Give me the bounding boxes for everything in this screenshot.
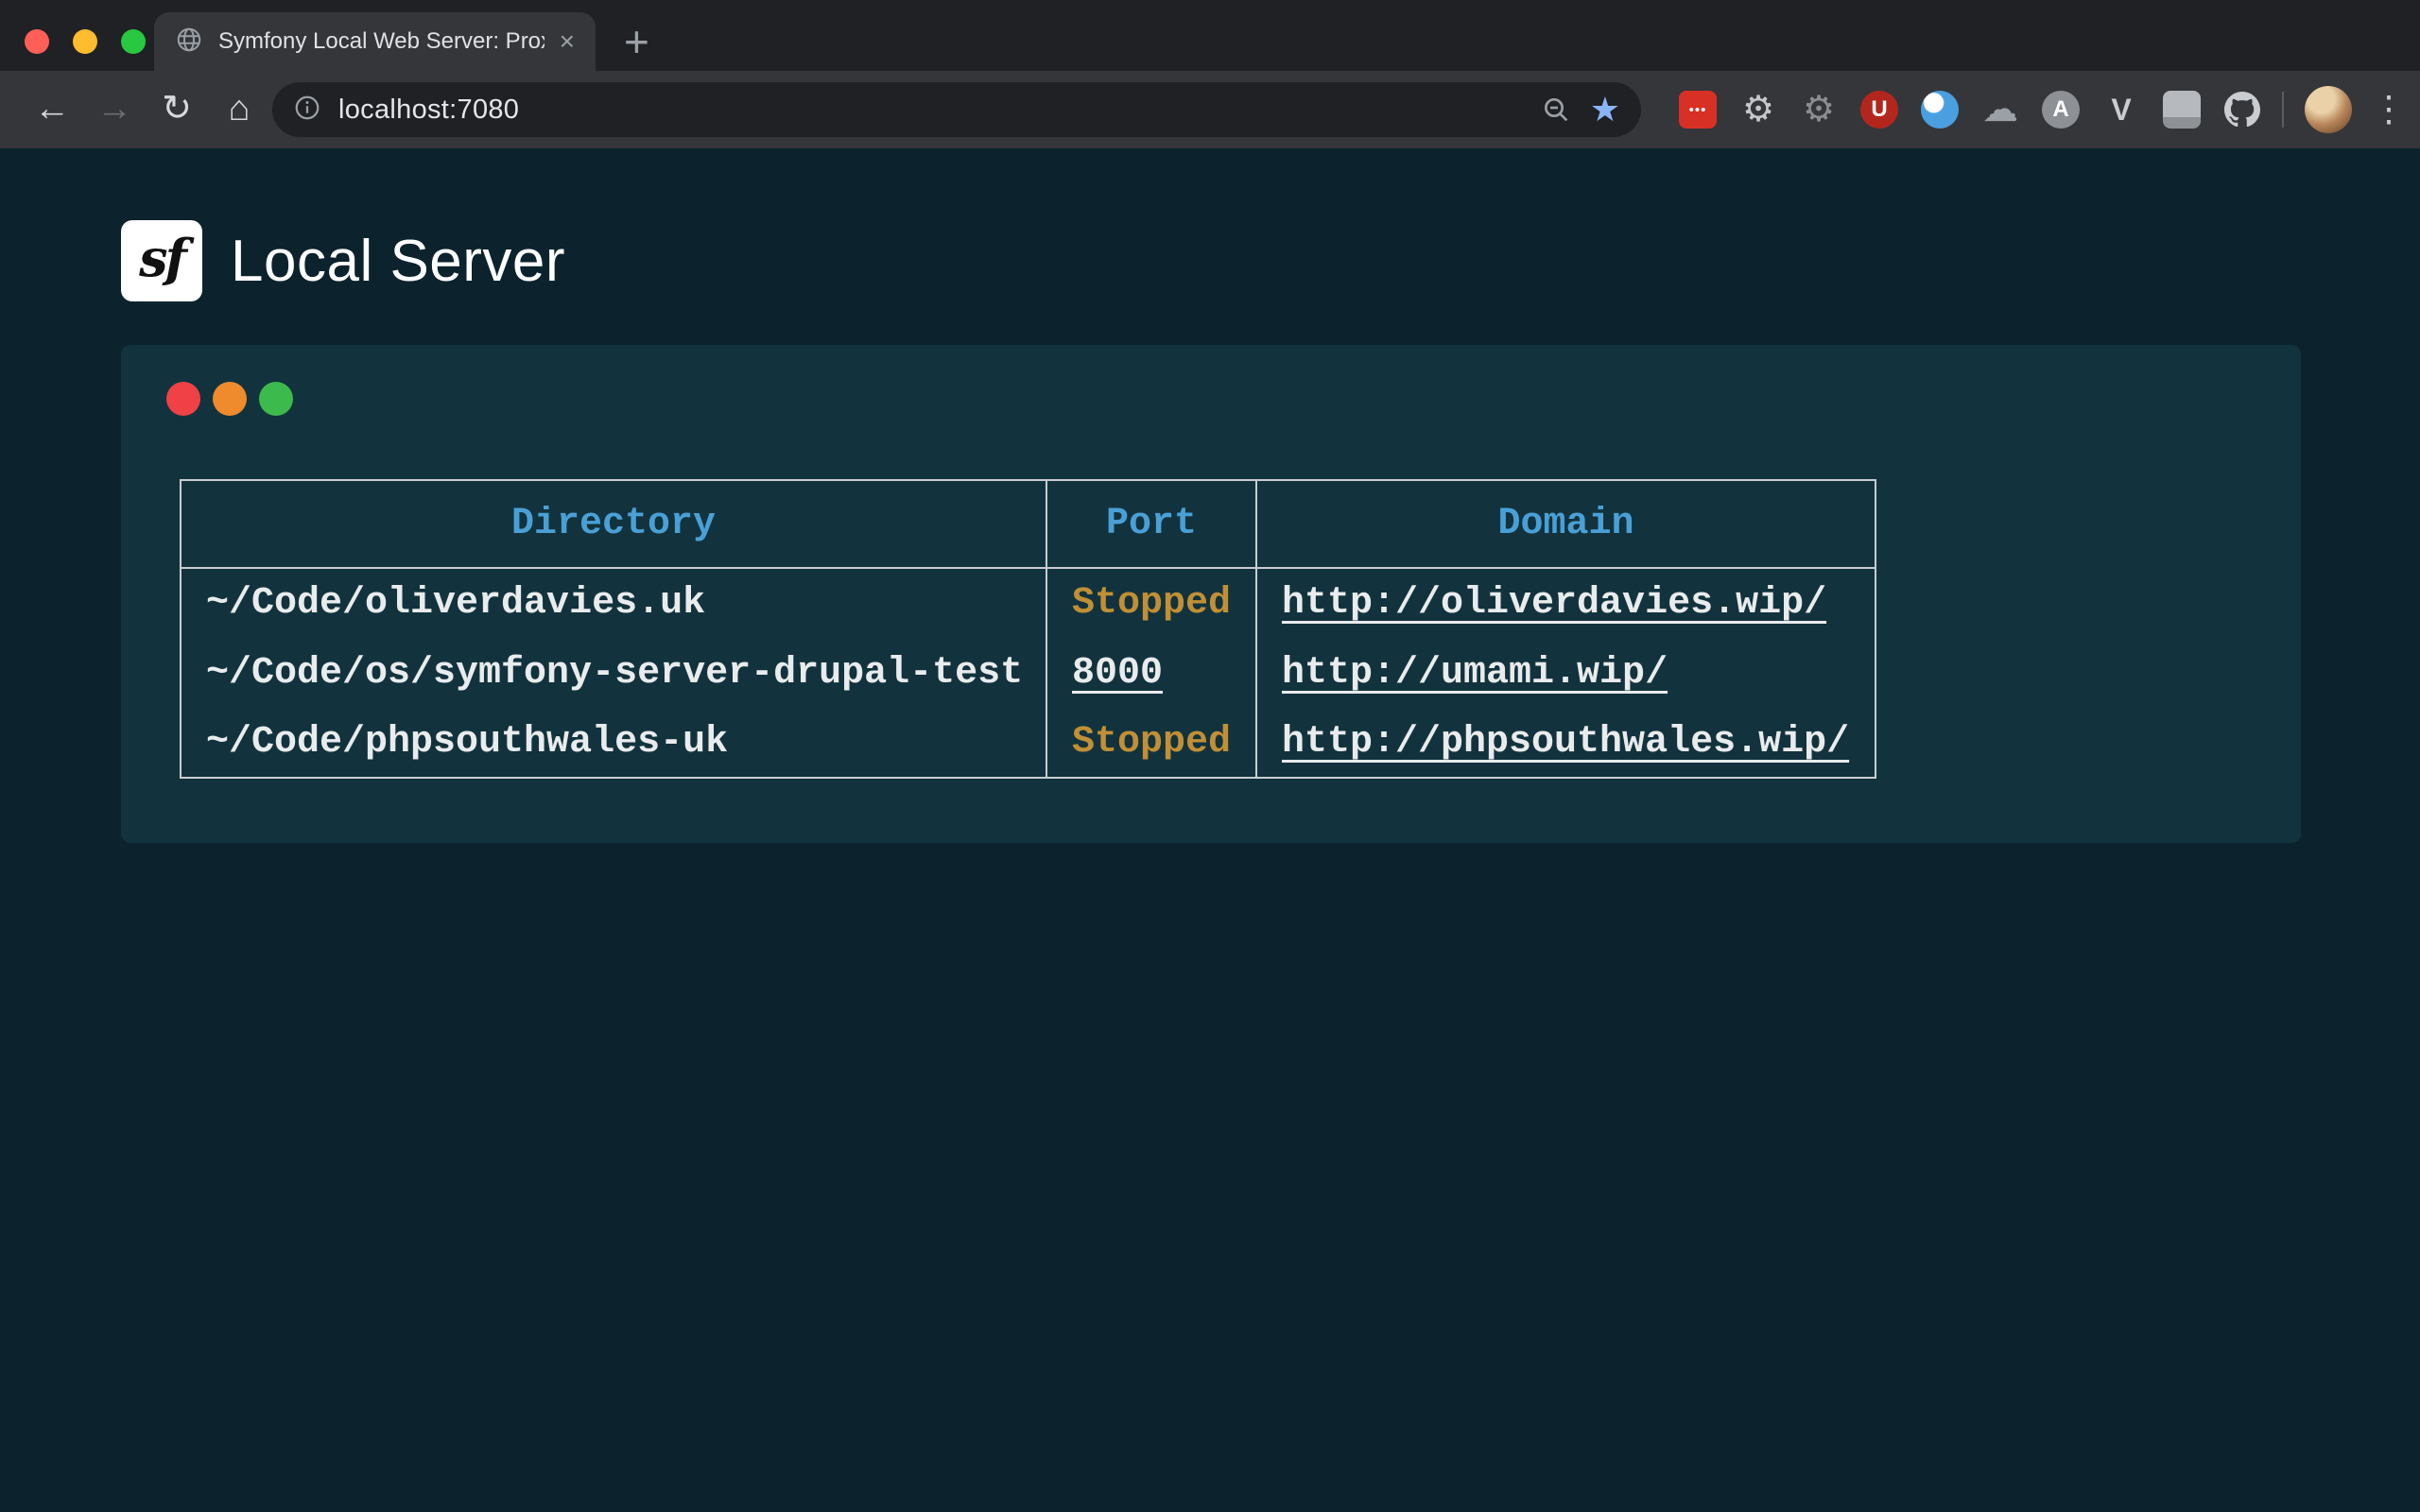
domain-link[interactable]: http://phpsouthwales.wip/ [1282,721,1849,764]
table-header-row: Directory Port Domain [181,480,1876,568]
port-link[interactable]: 8000 [1072,652,1163,695]
extension-settings-icon[interactable]: ⚙ [1800,91,1838,129]
extension-a-icon[interactable]: A [2042,91,2080,129]
card-dot-green [259,382,293,416]
back-button[interactable]: ← [21,78,83,141]
browser-menu-icon[interactable]: ⋮ [2371,92,2407,128]
extension-password-icon[interactable]: ••• [1679,91,1717,129]
page-content: sf Local Server Directory Port Domain [0,148,2420,1512]
table-row: ~/Code/os/symfony-server-drupal-test 800… [181,638,1876,708]
extension-gear-icon[interactable]: ⚙ [1739,91,1777,129]
table-row: ~/Code/oliverdavies.uk Stopped http://ol… [181,568,1876,638]
card-window-dots [166,382,2301,416]
directory-cell: ~/Code/phpsouthwales-uk [181,708,1046,778]
directory-cell: ~/Code/oliverdavies.uk [181,568,1046,638]
extension-v-icon[interactable]: V [2102,91,2140,129]
macos-minimize-button[interactable] [73,29,97,54]
port-status: Stopped [1072,721,1231,764]
symfony-logo-text: sf [139,228,184,294]
extensions-area: ••• ⚙ ⚙ U ☁ A V [1679,91,2261,129]
forward-button[interactable]: → [83,78,146,141]
zoom-icon[interactable] [1541,94,1571,125]
browser-window: Symfony Local Web Server: Prox × + ← → ↻… [0,0,2420,1512]
tab-title: Symfony Local Web Server: Prox [218,28,544,55]
tab-favicon-globe-icon [175,26,203,59]
port-status: Stopped [1072,582,1231,625]
reload-button[interactable]: ↻ [146,78,208,141]
site-info-icon[interactable] [293,94,321,127]
bookmark-star-icon[interactable]: ★ [1590,93,1620,127]
card-dot-orange [213,382,247,416]
page-title: Local Server [231,228,565,295]
extension-cloud-icon[interactable]: ☁ [1981,91,2019,129]
macos-close-button[interactable] [25,29,49,54]
browser-tab[interactable]: Symfony Local Web Server: Prox × [154,12,596,71]
tab-strip: Symfony Local Web Server: Prox × + [0,0,2420,71]
extension-frame-icon[interactable] [2163,91,2201,129]
home-button[interactable]: ⌂ [208,78,270,141]
address-bar[interactable]: localhost:7080 ★ [272,82,1641,137]
url-text[interactable]: localhost:7080 [338,94,1541,126]
toolbar-separator [2282,92,2284,128]
directory-cell: ~/Code/os/symfony-server-drupal-test [181,638,1046,708]
profile-avatar[interactable] [2305,86,2352,133]
table-row: ~/Code/phpsouthwales-uk Stopped http://p… [181,708,1876,778]
servers-table: Directory Port Domain ~/Code/oliverdavie… [180,479,1876,779]
domain-link[interactable]: http://oliverdavies.wip/ [1282,582,1826,625]
column-header-domain: Domain [1256,480,1876,568]
extension-blue-circle-icon[interactable] [1921,91,1959,129]
extension-github-icon[interactable] [2223,91,2261,129]
macos-fullscreen-button[interactable] [121,29,146,54]
card-dot-red [166,382,200,416]
macos-window-controls [25,29,146,54]
symfony-logo: sf [121,220,202,301]
domain-link[interactable]: http://umami.wip/ [1282,652,1668,695]
new-tab-button[interactable]: + [624,20,649,63]
column-header-port: Port [1046,480,1256,568]
browser-toolbar: ← → ↻ ⌂ localhost:7080 ★ ••• ⚙ ⚙ [0,71,2420,148]
column-header-directory: Directory [181,480,1046,568]
extension-ublock-icon[interactable]: U [1860,91,1898,129]
page-header: sf Local Server [121,220,2301,301]
server-card: Directory Port Domain ~/Code/oliverdavie… [121,345,2301,843]
tab-close-icon[interactable]: × [560,28,575,55]
